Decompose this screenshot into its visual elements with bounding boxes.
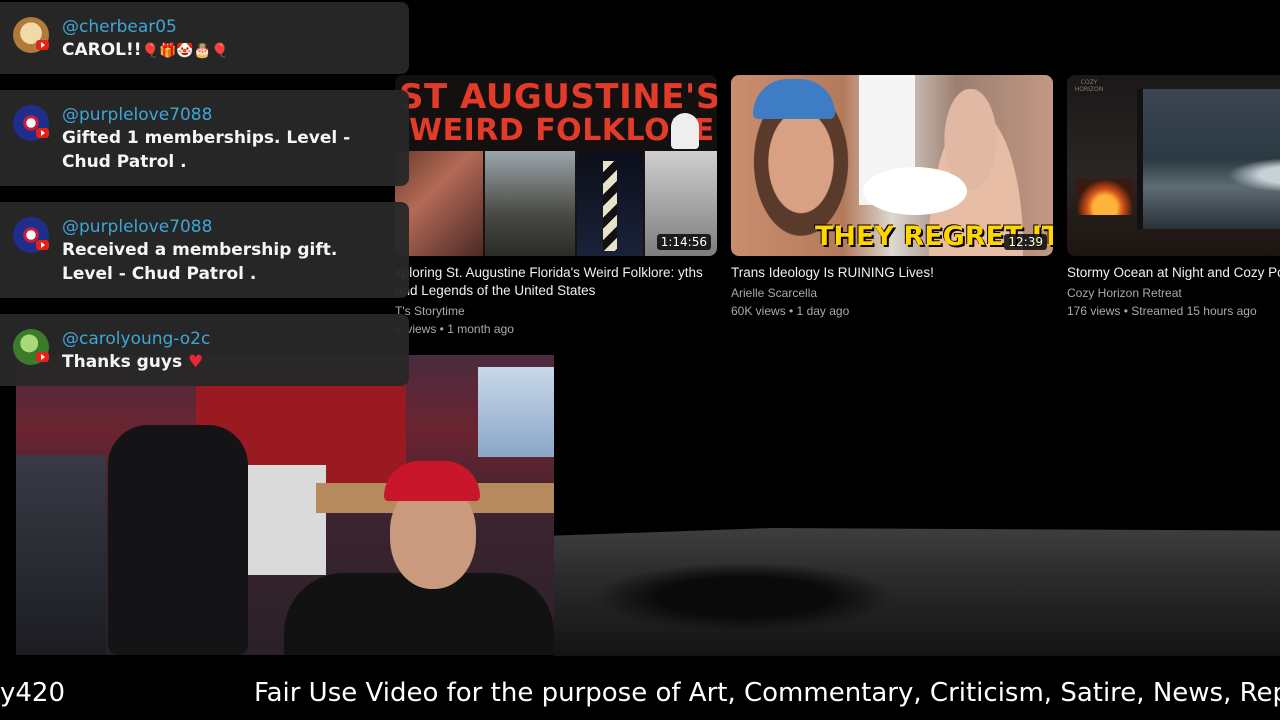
background-bench — [16, 455, 106, 655]
video-stats: 176 views • Streamed 15 hours ago — [1067, 304, 1257, 318]
chat-message: @carolyoung-o2c Thanks guys ♥ — [0, 314, 409, 386]
fair-use-disclaimer: Fair Use Video for the purpose of Art, C… — [254, 678, 1280, 708]
video-card-1[interactable]: ST AUGUSTINE'S WEIRD FOLKLORE 1:14:56 xp… — [395, 75, 717, 338]
youtube-badge-icon — [36, 352, 49, 362]
streamer-hat — [384, 461, 480, 501]
chat-text: Thanks guys ♥ — [62, 352, 204, 372]
ghost-icon — [671, 113, 699, 149]
thumbnail-speech-bubble — [863, 167, 967, 215]
thumbnail-banner: ST AUGUSTINE'S WEIRD FOLKLORE — [395, 75, 717, 151]
thumbnail-photo — [485, 151, 575, 256]
heart-icon: ♥ — [188, 352, 204, 372]
gaming-chair — [108, 425, 248, 655]
video-stats: K views • 1 month ago — [395, 322, 514, 336]
fireplace-graphic — [1077, 179, 1133, 215]
chat-username[interactable]: @purplelove7088 — [62, 216, 389, 238]
lighthouse-graphic — [603, 161, 617, 251]
tool-cabinet — [246, 465, 326, 575]
background-bed — [554, 528, 1280, 656]
webcam-feed — [16, 355, 554, 655]
youtube-badge-icon — [36, 40, 49, 50]
background-window — [478, 367, 554, 457]
chat-message: @cherbear05 CAROL!!🎈🎁🤡🎂🎈 — [0, 2, 409, 74]
ticker-bar: y420 Fair Use Video for the purpose of A… — [0, 670, 1280, 720]
chat-username[interactable]: @cherbear05 — [62, 16, 389, 38]
channel-name[interactable]: Arielle Scarcella — [731, 284, 1053, 302]
youtube-badge-icon — [36, 128, 49, 138]
video-thumbnail[interactable]: THEY REGRET IT! 12:39 — [731, 75, 1053, 256]
video-thumbnail[interactable]: COZY HORIZON — [1067, 75, 1280, 256]
video-stats: 60K views • 1 day ago — [731, 304, 850, 318]
stream-stage: ST AUGUSTINE'S WEIRD FOLKLORE 1:14:56 xp… — [0, 0, 1280, 720]
thumbnail-text: WEIRD FOLKLORE — [409, 113, 715, 148]
chat-message: @purplelove7088 Gifted 1 memberships. Le… — [0, 90, 409, 186]
channel-name[interactable]: T's Storytime — [395, 302, 717, 320]
chat-username[interactable]: @purplelove7088 — [62, 104, 389, 126]
chat-username[interactable]: @carolyoung-o2c — [62, 328, 389, 350]
video-title[interactable]: xploring St. Augustine Florida's Weird F… — [395, 264, 717, 300]
video-thumbnail[interactable]: ST AUGUSTINE'S WEIRD FOLKLORE 1:14:56 — [395, 75, 717, 256]
video-duration: 1:14:56 — [656, 234, 711, 250]
video-duration: 12:39 — [1004, 234, 1047, 250]
channel-logo: COZY HORIZON — [1074, 79, 1104, 93]
ticker-fragment: y420 — [0, 678, 66, 708]
chat-text: Received a membership gift. Level - Chud… — [62, 240, 338, 284]
channel-name[interactable]: Cozy Horizon Retreat — [1067, 284, 1280, 302]
thumbnail-wave — [1217, 155, 1280, 195]
bed-shadow — [594, 562, 894, 632]
emoji-string: 🎈🎁🤡🎂🎈 — [141, 43, 229, 59]
video-card-3[interactable]: COZY HORIZON Stormy Ocean at Night and C… — [1067, 75, 1280, 320]
video-title[interactable]: Stormy Ocean at Night and Cozy Powerful … — [1067, 264, 1280, 282]
chat-text: Gifted 1 memberships. Level - Chud Patro… — [62, 128, 351, 172]
youtube-badge-icon — [36, 240, 49, 250]
video-title[interactable]: Trans Ideology Is RUINING Lives! — [731, 264, 1053, 282]
thumbnail-text: ST AUGUSTINE'S — [399, 77, 717, 117]
chat-message: @purplelove7088 Received a membership gi… — [0, 202, 409, 298]
chat-text: CAROL!!🎈🎁🤡🎂🎈 — [62, 40, 229, 60]
video-card-2[interactable]: THEY REGRET IT! 12:39 Trans Ideology Is … — [731, 75, 1053, 320]
